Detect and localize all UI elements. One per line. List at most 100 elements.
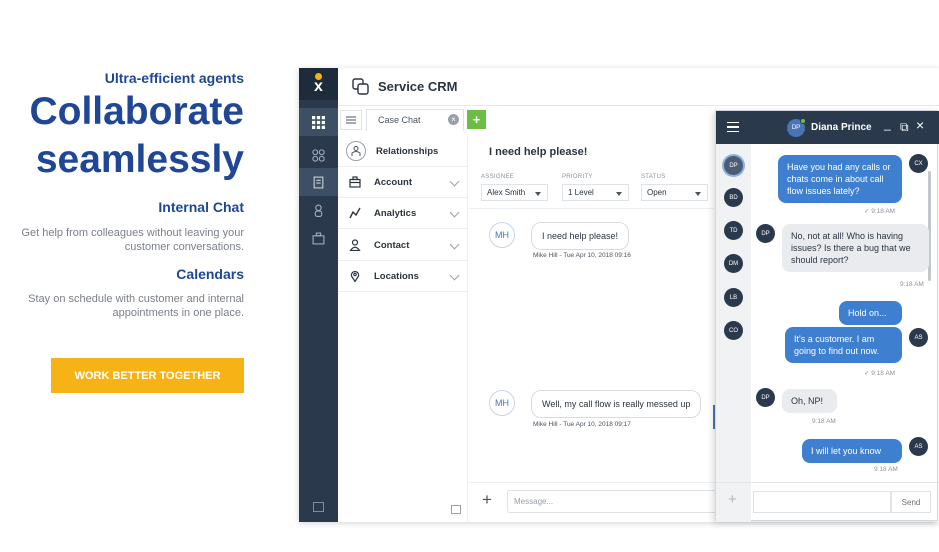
message-time: 9:18 AM — [812, 418, 836, 425]
online-status-icon — [800, 118, 806, 124]
message-time: 9:18 AM — [874, 466, 898, 473]
priority-select[interactable]: 1 Level — [562, 184, 629, 201]
person-icon[interactable] — [299, 196, 338, 224]
minimize-icon[interactable]: _ — [884, 117, 891, 131]
nav-label: Analytics — [374, 207, 417, 219]
briefcase-icon[interactable] — [299, 224, 338, 252]
nav-label: Contact — [374, 239, 410, 251]
caret-down-icon — [535, 192, 541, 196]
chevron-down-icon — [449, 176, 460, 187]
close-icon[interactable]: × — [916, 118, 924, 132]
add-attachment-button[interactable]: + — [482, 490, 492, 510]
contact-avatar[interactable]: TD — [724, 221, 743, 240]
priority-label: PRIORITY — [562, 174, 593, 180]
analytics-icon — [346, 204, 364, 222]
work-better-together-button[interactable]: WORK BETTER TOGETHER — [51, 358, 244, 393]
message-meta: Mike Hill - Tue Apr 10, 2018 09:16 — [533, 252, 631, 259]
chevron-down-icon — [449, 239, 460, 250]
chevron-down-icon — [449, 207, 460, 218]
app-header: Service CRM — [338, 68, 939, 106]
collapse-panel-icon[interactable] — [451, 505, 461, 514]
divider — [469, 208, 714, 209]
headline-line-1: Collaborate — [29, 90, 244, 133]
avatar: AS — [909, 328, 928, 347]
tab-case-chat[interactable]: Case Chat × — [366, 109, 464, 131]
feature-title-internal-chat: Internal Chat — [158, 199, 244, 215]
circles-icon[interactable] — [299, 141, 338, 169]
chat-user-name: Diana Prince — [811, 122, 872, 133]
contact-avatar[interactable]: BD — [724, 188, 743, 207]
feature-desc-internal-chat: Get help from colleagues without leaving… — [21, 227, 244, 253]
eyebrow: Ultra-efficient agents — [104, 70, 244, 86]
grid-icon[interactable] — [299, 108, 338, 136]
feature-desc-calendars: Stay on schedule with customer and inter… — [28, 293, 244, 319]
logout-icon[interactable] — [313, 502, 324, 512]
message-bubble: I need help please! — [531, 222, 630, 250]
location-pin-icon — [346, 267, 364, 285]
contact-avatar[interactable]: LB — [724, 288, 743, 307]
headline-line-2: seamlessly — [35, 138, 244, 181]
assignee-value: Alex Smith — [487, 188, 526, 197]
close-icon[interactable]: × — [448, 114, 459, 125]
message-meta: Mike Hill - Tue Apr 10, 2018 09:17 — [533, 421, 631, 428]
caret-down-icon — [695, 192, 701, 196]
avatar: DP — [756, 224, 775, 243]
windows-icon — [352, 77, 369, 95]
compose-bar: + Message... — [469, 482, 717, 522]
message-input[interactable]: Message... — [507, 490, 717, 513]
chat-header: DP Diana Prince _ ⧉ × — [716, 111, 939, 144]
contact-avatar[interactable]: DM — [724, 254, 743, 273]
message-time: 9:18 AM — [900, 281, 924, 288]
message-time: ✓ 9:18 AM — [864, 208, 896, 215]
nav-item-contact[interactable]: Contact — [338, 230, 468, 261]
chat-message-outgoing: Have you had any calls or chats come in … — [778, 155, 902, 203]
logo-letter: x — [314, 78, 323, 95]
assignee-select[interactable]: Alex Smith — [481, 184, 548, 201]
conversation-title: I need help please! — [489, 146, 588, 158]
chat-compose-bar: + Send — [716, 482, 939, 520]
chat-message-incoming: Oh, NP! — [782, 389, 837, 413]
app-title: Service CRM — [378, 79, 458, 94]
send-button[interactable]: Send — [891, 491, 931, 513]
status-label: STATUS — [641, 174, 666, 180]
document-icon[interactable] — [299, 168, 338, 196]
hero-section: Ultra-efficient agents Collaborate seaml… — [0, 0, 939, 552]
chat-message-input[interactable] — [753, 491, 891, 513]
add-tab-button[interactable]: + — [467, 110, 486, 129]
chevron-down-icon — [449, 270, 460, 281]
nav-label: Locations — [374, 270, 419, 282]
caret-down-icon — [616, 192, 622, 196]
message-time: ✓ 9:18 AM — [864, 370, 896, 377]
avatar: AS — [909, 437, 928, 456]
relationships-icon — [346, 141, 366, 161]
nav-label: Relationships — [376, 145, 439, 157]
conversation-pane: I need help please! ASSIGNEE Alex Smith … — [469, 136, 717, 522]
app-logo: x — [299, 68, 338, 100]
feature-title-calendars: Calendars — [176, 266, 244, 282]
contact-avatar[interactable]: CO — [724, 321, 743, 340]
headline: Collaborate seamlessly — [29, 88, 244, 184]
nav-item-analytics[interactable]: Analytics — [338, 198, 468, 229]
tab-label: Case Chat — [378, 115, 421, 125]
contact-list: DP BD TD DM LB CO — [716, 144, 751, 522]
nav-item-relationships[interactable]: Relationships — [338, 136, 468, 167]
menu-icon[interactable] — [727, 122, 739, 132]
nav-label: Account — [374, 176, 412, 188]
add-attachment-button[interactable]: + — [728, 491, 737, 508]
list-icon[interactable] — [340, 110, 362, 130]
chat-message-outgoing: Hold on... — [839, 301, 902, 325]
message-bubble: Well, my call flow is really messed up — [531, 390, 702, 418]
record-nav: Relationships Account Analytics Contact … — [338, 136, 468, 522]
status-select[interactable]: Open — [641, 184, 708, 201]
nav-item-account[interactable]: Account — [338, 167, 468, 198]
avatar: CX — [909, 154, 928, 173]
chat-message-outgoing: I will let you know — [802, 439, 902, 463]
priority-value: 1 Level — [568, 188, 594, 197]
contact-avatar[interactable]: DP — [724, 156, 743, 175]
contact-icon — [346, 236, 364, 254]
chat-message-incoming: No, not at all! Who is having issues? Is… — [782, 224, 929, 272]
nav-item-locations[interactable]: Locations — [338, 261, 468, 292]
popout-icon[interactable]: ⧉ — [900, 120, 909, 134]
assignee-label: ASSIGNEE — [481, 174, 515, 180]
app-rail: x — [299, 68, 338, 522]
